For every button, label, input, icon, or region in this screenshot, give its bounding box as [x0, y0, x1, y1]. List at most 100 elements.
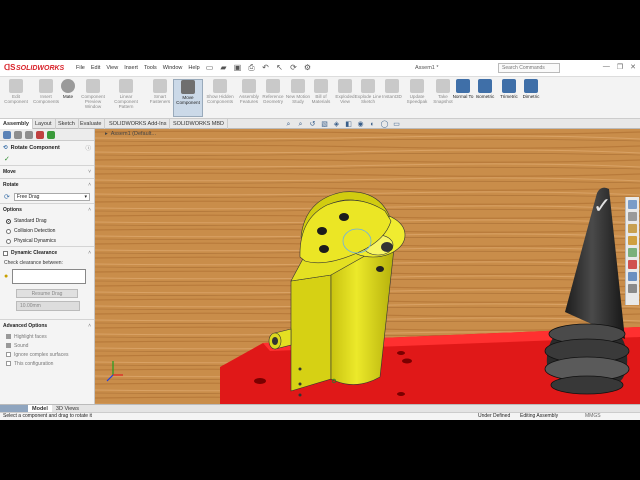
- isometric-icon: [478, 79, 492, 93]
- appearances-icon[interactable]: [628, 260, 637, 269]
- collision-detection-radio[interactable]: Collision Detection: [0, 226, 94, 236]
- edit-component-button[interactable]: Edit Component: [1, 79, 31, 117]
- restore-icon[interactable]: ❐: [617, 63, 623, 71]
- display-style-icon[interactable]: ◧: [344, 120, 353, 129]
- view-orientation-icon[interactable]: ◈: [332, 120, 341, 129]
- insert-components-icon: [39, 79, 53, 93]
- zoom-to-fit-icon[interactable]: ⌕: [284, 120, 293, 129]
- tab-addins[interactable]: SOLIDWORKS Add-Ins: [106, 119, 171, 129]
- physical-dynamics-radio[interactable]: Physical Dynamics: [0, 236, 94, 246]
- new-icon[interactable]: ▭: [205, 63, 214, 72]
- dynamic-clearance-checkbox[interactable]: [3, 250, 8, 256]
- dropdown-arrow-icon: ▾: [84, 194, 87, 200]
- zoom-area-icon[interactable]: ⌕: [296, 120, 305, 129]
- tab-layout[interactable]: Layout: [32, 119, 56, 129]
- menu-window[interactable]: Window: [163, 65, 183, 71]
- title-bar: ᗡS SOLIDWORKS File Edit View Insert Tool…: [0, 60, 640, 77]
- section-move[interactable]: Move ˅: [0, 165, 94, 178]
- feature-tree-flyout[interactable]: ▸ Assem1 (Default...: [105, 131, 156, 137]
- custom-properties-icon[interactable]: [628, 272, 637, 281]
- save-icon[interactable]: ▣: [233, 63, 242, 72]
- move-component-button[interactable]: Move Component: [173, 79, 203, 117]
- resume-drag-button[interactable]: Resume Drag: [16, 289, 78, 298]
- show-hidden-button[interactable]: Show Hidden Components: [205, 79, 235, 117]
- menu-help[interactable]: Help: [188, 65, 199, 71]
- graphics-area[interactable]: ✓: [95, 129, 640, 405]
- edit-appearance-icon[interactable]: ◐: [368, 120, 377, 129]
- linear-pattern-button[interactable]: Linear Component Pattern: [108, 79, 144, 117]
- rotate-mode-icon: ⟳: [4, 194, 10, 201]
- section-advanced-options[interactable]: Advanced Options ˄: [0, 319, 94, 332]
- edit-component-icon: [9, 79, 23, 93]
- solidworks-logo[interactable]: ᗡS SOLIDWORKS: [4, 63, 64, 73]
- resources-icon[interactable]: [628, 212, 637, 221]
- explode-line-icon: [361, 79, 375, 93]
- hide-show-icon[interactable]: ◉: [356, 120, 365, 129]
- panel-header: ⟲ Rotate Component ⓘ: [0, 141, 94, 155]
- ok-button[interactable]: ✓: [0, 155, 94, 165]
- scene-icon[interactable]: ◯: [380, 120, 389, 129]
- isometric-button[interactable]: Isometric: [472, 79, 498, 117]
- open-icon[interactable]: ▰: [219, 63, 228, 72]
- smart-fasteners-button[interactable]: Smart Fasteners: [146, 79, 174, 117]
- section-dynamic-clearance[interactable]: Dynamic Clearance ˄: [0, 246, 94, 259]
- view-settings-icon[interactable]: ▭: [392, 120, 401, 129]
- component-preview-button[interactable]: Component Preview Window: [78, 79, 108, 117]
- clearance-value-input[interactable]: 10.00mm: [16, 301, 80, 311]
- section-options[interactable]: Options ˄: [0, 203, 94, 216]
- rebuild-icon[interactable]: ⟳: [289, 63, 298, 72]
- assembly-icon: ▸: [105, 131, 108, 137]
- normal-to-icon: [456, 79, 470, 93]
- rotate-row: ⟳ Free Drag ▾: [0, 191, 94, 203]
- forum-icon[interactable]: [628, 284, 637, 293]
- view-palette-icon[interactable]: [628, 248, 637, 257]
- trimetric-icon: [502, 79, 516, 93]
- dimetric-button[interactable]: Dimetric: [518, 79, 544, 117]
- chevron-down-icon: ˅: [88, 169, 91, 175]
- chevron-up-icon: ˄: [88, 250, 91, 256]
- feature-manager-tab-icon[interactable]: [3, 131, 11, 139]
- print-icon[interactable]: ⎙: [247, 63, 256, 72]
- selection-icon: ●: [4, 273, 9, 280]
- file-explorer-icon[interactable]: [628, 236, 637, 245]
- model-scene[interactable]: ✓: [95, 129, 640, 405]
- display-manager-tab-icon[interactable]: [47, 131, 55, 139]
- dim-expert-tab-icon[interactable]: [36, 131, 44, 139]
- tab-mbd[interactable]: SOLIDWORKS MBD: [170, 119, 229, 129]
- home-icon[interactable]: [628, 200, 637, 209]
- fasteners-icon: [153, 79, 167, 93]
- design-library-icon[interactable]: [628, 224, 637, 233]
- menu-file[interactable]: File: [76, 65, 85, 71]
- confirm-checkmark-icon[interactable]: ✓: [593, 193, 611, 218]
- options-gear-icon[interactable]: ⚙: [303, 63, 312, 72]
- rotate-type-select[interactable]: Free Drag ▾: [13, 193, 90, 201]
- menu-edit[interactable]: Edit: [91, 65, 100, 71]
- clearance-selection-box[interactable]: [12, 269, 86, 284]
- property-manager-tab-icon[interactable]: [14, 131, 22, 139]
- menu-view[interactable]: View: [106, 65, 118, 71]
- standard-drag-radio[interactable]: Standard Drag: [0, 216, 94, 226]
- section-view-icon[interactable]: ▧: [320, 120, 329, 129]
- highlight-faces-checkbox[interactable]: Highlight faces: [0, 332, 94, 341]
- undo-icon[interactable]: ↶: [261, 63, 270, 72]
- select-icon[interactable]: ↖: [275, 63, 284, 72]
- help-icon[interactable]: ⓘ: [85, 144, 91, 152]
- close-icon[interactable]: ✕: [630, 63, 636, 71]
- section-rotate[interactable]: Rotate ˄: [0, 178, 94, 191]
- search-commands-input[interactable]: Search Commands: [498, 63, 560, 73]
- minimize-icon[interactable]: —: [603, 63, 610, 71]
- configuration-manager-tab-icon[interactable]: [25, 131, 33, 139]
- tab-sketch[interactable]: Sketch: [55, 119, 79, 129]
- mate-button[interactable]: Mate: [56, 79, 80, 117]
- menu-insert[interactable]: Insert: [124, 65, 138, 71]
- motion-study-icon: [291, 79, 305, 93]
- sound-checkbox[interactable]: Sound: [0, 341, 94, 350]
- previous-view-icon[interactable]: ↺: [308, 120, 317, 129]
- menu-tools[interactable]: Tools: [144, 65, 157, 71]
- tab-assembly[interactable]: Assembly: [0, 119, 33, 129]
- pattern-icon: [119, 79, 133, 93]
- tab-evaluate[interactable]: Evaluate: [77, 119, 106, 129]
- unit-system[interactable]: MMGS: [585, 413, 601, 420]
- ignore-complex-surfaces-checkbox[interactable]: Ignore complex surfaces: [0, 350, 94, 359]
- this-configuration-checkbox[interactable]: This configuration: [0, 359, 94, 368]
